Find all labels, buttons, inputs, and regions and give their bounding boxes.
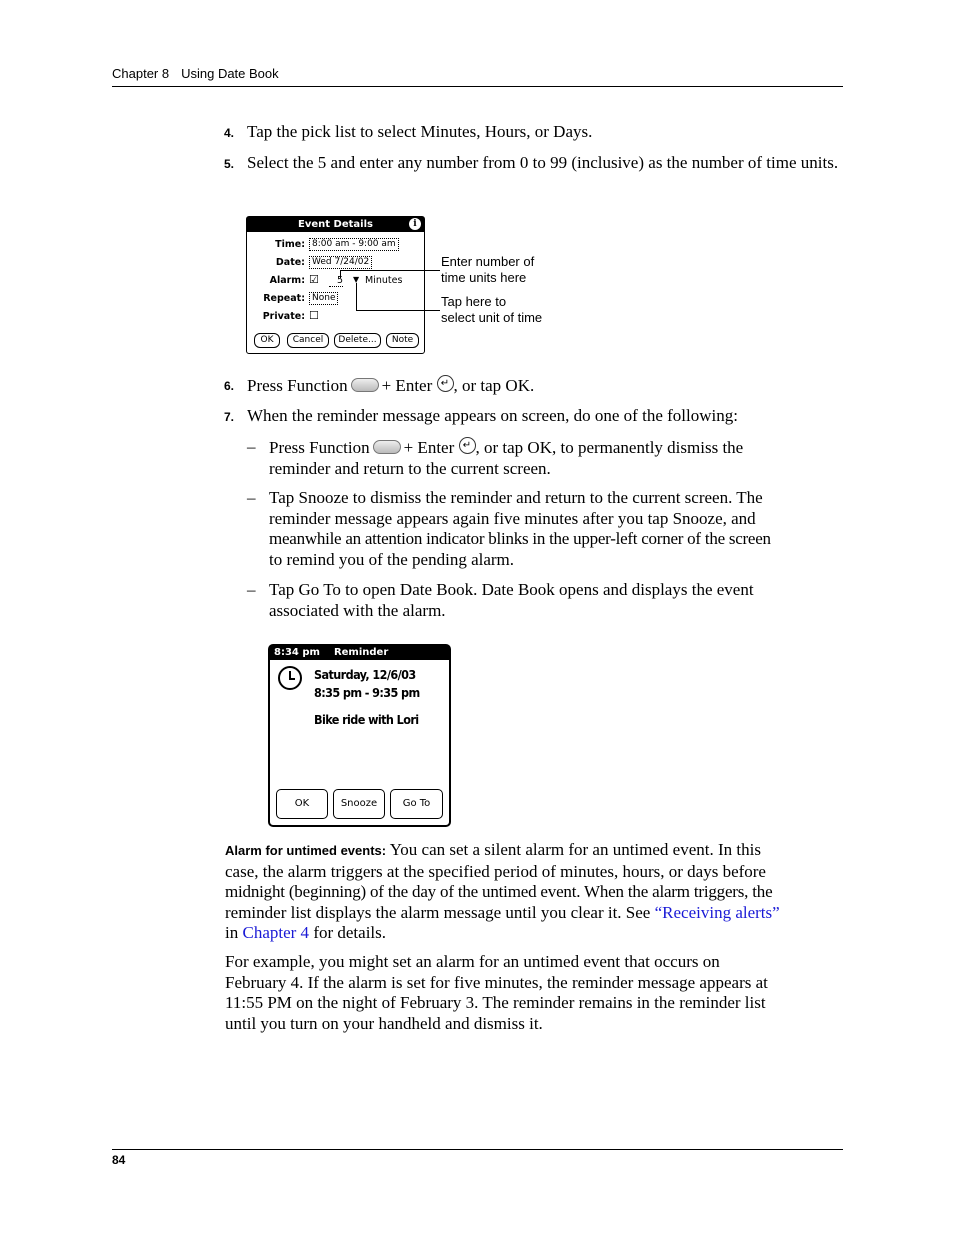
alarm-clock-icon [278, 666, 302, 690]
ok-button: OK [254, 333, 280, 348]
receiving-alerts-link[interactable]: “Receiving alerts” [655, 903, 780, 922]
dash-bullet: – [247, 580, 256, 599]
text-line: until you turn on your handheld and dism… [225, 1013, 543, 1033]
callout-text: Tap here to [441, 294, 507, 309]
alarm-checkbox: ☑ [309, 273, 319, 286]
sub-item-text: Press Function + Enter ↵, or tap OK, to p… [269, 437, 743, 479]
step-text-part: + Enter [381, 376, 433, 395]
info-icon: i [409, 218, 421, 230]
reminder-date: Saturday, 12/6/03 [314, 667, 416, 682]
callout-text: select unit of time [441, 309, 543, 325]
step-text: Press Function + Enter ↵, or tap OK. [247, 375, 534, 397]
callout-number: Enter number of time units here [441, 254, 534, 285]
dash-bullet: – [247, 437, 256, 456]
date-value: Wed 7/24/02 [309, 256, 373, 269]
step-text: When the reminder message appears on scr… [247, 406, 738, 425]
step-text-part: Press Function [247, 376, 348, 395]
text-line: For example, you might set an alarm for … [225, 952, 720, 971]
callout-unit: Tap here to select unit of time [441, 294, 542, 325]
chapter-4-link[interactable]: Chapter 4 [242, 923, 309, 942]
text-line: associated with the alarm. [269, 600, 446, 620]
text-part: You can set a silent alarm for an untime… [386, 840, 761, 859]
header-rule [112, 86, 843, 87]
text-line: reminder message appears again five minu… [269, 508, 756, 528]
time-value: 8:00 am - 9:00 am [309, 238, 399, 251]
sub-text-part: , or tap OK, to permanently dismiss the [475, 438, 744, 457]
footer-rule [112, 1149, 843, 1150]
repeat-value: None [309, 292, 339, 305]
section-title: Using Date Book [181, 66, 279, 81]
untimed-heading: Alarm for untimed events: [225, 843, 387, 858]
reminder-range: 8:35 pm - 9:35 pm [314, 685, 420, 700]
event-details-screenshot: Event Details i Time: 8:00 am - 9:00 am … [246, 216, 425, 354]
sub-item-text: Tap Go To to open Date Book. Date Book o… [269, 580, 754, 621]
chapter-label: Chapter 8 [112, 66, 170, 81]
reminder-title: Reminder [333, 647, 389, 658]
running-header: Chapter 8 Using Date Book [112, 66, 279, 81]
note-button: Note [386, 333, 419, 348]
sub-text-part: + Enter [403, 438, 455, 457]
text-part: in [225, 923, 243, 942]
reminder-clock-time: 8:34 pm [274, 647, 320, 658]
step-number: 5. [224, 157, 235, 171]
alarm-label: Alarm: [269, 275, 305, 286]
function-key-icon [372, 440, 401, 454]
step-number: 4. [224, 126, 235, 140]
sub-text-part: reminder and return to the current scree… [269, 458, 551, 478]
page-number: 84 [112, 1153, 126, 1167]
callout-line [340, 270, 440, 271]
event-details-title: Event Details [247, 217, 424, 232]
dash-bullet: – [247, 488, 256, 507]
step-number: 7. [224, 410, 235, 424]
text-line: meanwhile an attention indicator blinks … [269, 529, 771, 548]
text-line: Tap Snooze to dismiss the reminder and r… [269, 488, 763, 507]
alarm-unit: Minutes [365, 275, 403, 286]
example-paragraph: For example, you might set an alarm for … [225, 952, 845, 1034]
delete-button: Delete... [334, 333, 381, 348]
text-line: midnight (beginning) of the day of the u… [225, 882, 773, 901]
text-part: for details. [309, 923, 387, 942]
function-key-icon [350, 378, 379, 392]
repeat-label: Repeat: [263, 293, 305, 304]
time-label: Time: [275, 239, 305, 250]
text-line: 11:55 PM on the night of February 3. The… [225, 993, 766, 1012]
callout-line [340, 270, 341, 278]
enter-key-icon: ↵ [458, 437, 476, 454]
reminder-titlebar: 8:34 pm Reminder [270, 646, 449, 660]
step-text: Select the 5 and enter any number from 0… [247, 153, 839, 172]
step-text: Tap the pick list to select Minutes, Hou… [247, 122, 593, 141]
untimed-paragraph: Alarm for untimed events: You can set a … [225, 840, 845, 944]
cancel-button: Cancel [287, 333, 329, 348]
reminder-screenshot: 8:34 pm Reminder Saturday, 12/6/03 8:35 p… [268, 644, 451, 827]
text-line: February 4. If the alarm is set for five… [225, 972, 768, 992]
callout-text: time units here [441, 269, 527, 285]
text-part: reminder list displays the alarm message… [225, 902, 655, 922]
private-label: Private: [262, 311, 305, 322]
snooze-button: Snooze [333, 789, 385, 819]
goto-button: Go To [390, 789, 443, 819]
callout-line [356, 283, 357, 310]
reminder-event: Bike ride with Lori [314, 712, 419, 727]
text-line: case, the alarm triggers at the specifie… [225, 861, 766, 881]
sub-text-part: Press Function [269, 438, 370, 457]
step-text-part: , or tap OK. [453, 376, 535, 395]
ok-button: OK [276, 789, 328, 819]
step-number: 6. [224, 379, 235, 393]
enter-key-icon: ↵ [436, 375, 454, 392]
private-checkbox: ☐ [309, 309, 319, 322]
sub-item-text: Tap Snooze to dismiss the reminder and r… [269, 488, 771, 570]
callout-text: Enter number of [441, 254, 535, 269]
date-label: Date: [275, 257, 305, 268]
callout-line [356, 310, 440, 311]
text-line: Tap Go To to open Date Book. Date Book o… [269, 580, 754, 599]
text-line: to remind you of the pending alarm. [269, 549, 515, 569]
